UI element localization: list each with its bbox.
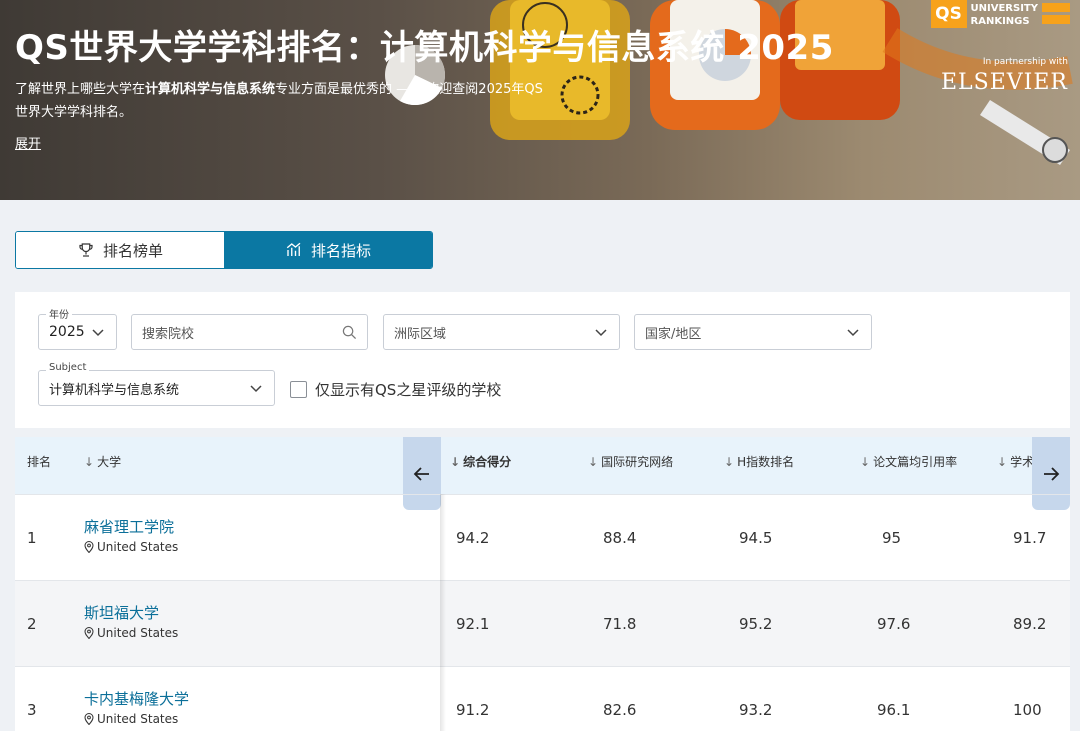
irn-cell: 82.6 xyxy=(603,701,637,719)
tab-indicators-label: 排名指标 xyxy=(310,241,371,260)
academic-cell: 100 xyxy=(1013,701,1042,719)
location-cell: United States xyxy=(84,712,178,726)
overall-cell: 92.1 xyxy=(456,615,490,633)
location-cell: United States xyxy=(84,540,178,554)
rank-cell: 2 xyxy=(27,615,37,633)
arrow-right-icon xyxy=(1044,466,1060,481)
university-link[interactable]: 斯坦福大学 xyxy=(84,602,159,623)
qs-badge: QS xyxy=(930,0,967,28)
hindex-cell: 93.2 xyxy=(739,701,773,719)
map-pin-icon xyxy=(84,627,94,639)
qs-logo-line1: UNIVERSITY xyxy=(970,3,1038,14)
citations-cell: 97.6 xyxy=(877,615,911,633)
sort-arrow-icon: ↓ xyxy=(860,455,871,469)
stars-checkbox[interactable] xyxy=(290,381,307,398)
qs-logo: QS UNIVERSITY RANKINGS xyxy=(930,0,1070,28)
table-row[interactable]: 3 卡内基梅隆大学 United States 91.2 82.6 93.2 9… xyxy=(15,666,1070,731)
col-university[interactable]: ↓ 大学 xyxy=(84,453,121,470)
search-placeholder: 搜索院校 xyxy=(142,326,195,342)
subject-select[interactable]: Subject 计算机科学与信息系统 xyxy=(38,362,275,406)
overall-cell: 91.2 xyxy=(456,701,490,719)
col-irn[interactable]: ↓ 国际研究网络 xyxy=(588,453,673,470)
frozen-column-shadow xyxy=(440,494,446,731)
col-hindex[interactable]: ↓ H指数排名 xyxy=(724,453,794,470)
tab-rankings[interactable]: 排名榜单 xyxy=(16,232,224,268)
university-link[interactable]: 卡内基梅隆大学 xyxy=(84,688,189,709)
tab-rankings-label: 排名榜单 xyxy=(102,241,163,260)
elsevier-logo: ELSEVIER xyxy=(940,70,1068,95)
map-pin-icon xyxy=(84,541,94,553)
overall-cell: 94.2 xyxy=(456,529,490,547)
country-select[interactable]: 国家/地区 xyxy=(634,314,872,350)
search-icon xyxy=(342,325,357,340)
table-row[interactable]: 1 麻省理工学院 United States 94.2 88.4 94.5 95… xyxy=(15,494,1070,580)
chevron-down-icon xyxy=(92,329,104,337)
rankings-table: 排名 ↓ 大学 ↓ 综合得分 ↓ 国际研究网络 ↓ H指数排名 ↓ 论文篇均引用率 ↓ 学术… xyxy=(15,437,1070,731)
qs-bars-icon xyxy=(1042,0,1070,28)
country-placeholder: 国家/地区 xyxy=(645,326,702,342)
partnership-label: In partnership with xyxy=(982,57,1068,67)
sort-arrow-icon: ↓ xyxy=(724,455,735,469)
university-link[interactable]: 麻省理工学院 xyxy=(84,516,174,537)
rank-cell: 3 xyxy=(27,701,37,719)
chevron-down-icon xyxy=(250,385,262,393)
sort-arrow-icon: ↓ xyxy=(84,455,95,469)
expand-link[interactable]: 展开 xyxy=(15,133,41,152)
citations-cell: 95 xyxy=(882,529,902,547)
academic-cell: 89.2 xyxy=(1013,615,1047,633)
tab-indicators[interactable]: 排名指标 xyxy=(224,232,432,268)
stars-checkbox-label: 仅显示有QS之星评级的学校 xyxy=(315,381,502,399)
table-header: 排名 ↓ 大学 ↓ 综合得分 ↓ 国际研究网络 ↓ H指数排名 ↓ 论文篇均引用率 ↓ 学术 xyxy=(15,437,1070,494)
page-description: 了解世界上哪些大学在计算机科学与信息系统专业方面是最优秀的 —— 欢迎查阅202… xyxy=(15,82,543,120)
region-select[interactable]: 洲际区域 xyxy=(383,314,620,350)
col-citations[interactable]: ↓ 论文篇均引用率 xyxy=(860,453,957,470)
page-title: QS世界大学学科排名：计算机科学与信息系统 2025 xyxy=(15,28,834,68)
hindex-cell: 94.5 xyxy=(739,529,773,547)
sort-arrow-icon: ↓ xyxy=(588,455,599,469)
chevron-down-icon xyxy=(595,329,607,337)
chevron-down-icon xyxy=(847,329,859,337)
view-toggle: 排名榜单 排名指标 xyxy=(15,231,433,269)
subject-legend: Subject xyxy=(46,362,90,373)
academic-cell: 91.7 xyxy=(1013,529,1047,547)
hindex-cell: 95.2 xyxy=(739,615,773,633)
irn-cell: 88.4 xyxy=(603,529,637,547)
region-placeholder: 洲际区域 xyxy=(394,326,447,342)
hero-banner: QS世界大学学科排名：计算机科学与信息系统 2025 了解世界上哪些大学在计算机… xyxy=(0,0,1080,200)
col-overall[interactable]: ↓ 综合得分 xyxy=(450,453,511,470)
rank-cell: 1 xyxy=(27,529,37,547)
stars-filter[interactable]: 仅显示有QS之星评级的学校 xyxy=(290,379,501,400)
irn-cell: 71.8 xyxy=(603,615,637,633)
location-cell: United States xyxy=(84,626,178,640)
sort-arrow-icon: ↓ xyxy=(450,455,461,469)
search-input[interactable]: 搜索院校 xyxy=(131,314,368,350)
map-pin-icon xyxy=(84,713,94,725)
col-academic[interactable]: ↓ 学术 xyxy=(997,453,1034,470)
sort-arrow-icon: ↓ xyxy=(997,455,1008,469)
table-row[interactable]: 2 斯坦福大学 United States 92.1 71.8 95.2 97.… xyxy=(15,580,1070,666)
trophy-icon xyxy=(79,243,93,257)
year-select[interactable]: 年份 2025 xyxy=(38,306,117,350)
qs-logo-line2: RANKINGS xyxy=(970,16,1030,27)
arrow-left-icon xyxy=(413,466,429,481)
subject-value: 计算机科学与信息系统 xyxy=(49,382,180,398)
year-legend: 年份 xyxy=(46,306,72,321)
citations-cell: 96.1 xyxy=(877,701,911,719)
bar-chart-icon xyxy=(286,242,301,256)
col-rank: 排名 xyxy=(27,455,52,469)
filter-panel: 年份 2025 搜索院校 洲际区域 国家/地区 Subject 计算机科学与信息… xyxy=(15,292,1070,428)
year-value: 2025 xyxy=(49,324,85,340)
